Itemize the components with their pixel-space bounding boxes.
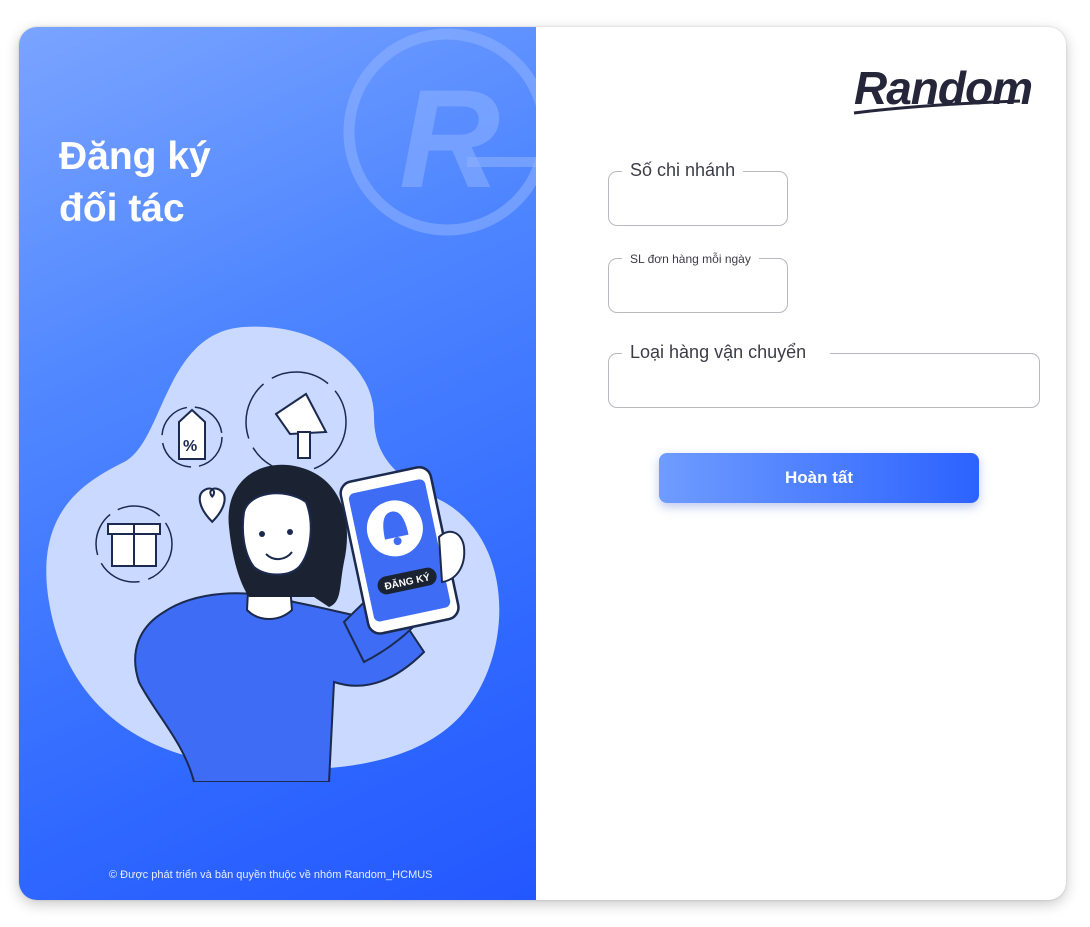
- registered-watermark-icon: R: [343, 28, 536, 236]
- submit-button[interactable]: Hoàn tất: [659, 453, 979, 503]
- watermark-letter: R: [399, 60, 500, 217]
- branch-count-label: Số chi nhánh: [622, 160, 744, 181]
- branch-count-field[interactable]: Số chi nhánh: [608, 160, 788, 226]
- daily-orders-input[interactable]: [621, 277, 779, 301]
- title-line-1: Đăng ký: [59, 135, 211, 178]
- right-panel: Random Số chi nhánh SL đơn hàng mỗi ngày…: [536, 27, 1066, 900]
- logo-swash-icon: [853, 99, 1021, 115]
- page-title: Đăng ký đối tác: [59, 131, 211, 235]
- branch-count-input[interactable]: [621, 190, 779, 214]
- signup-card: R Đăng ký đối tác % ĐĂNG KÝ © Được phát …: [19, 27, 1066, 900]
- shipping-type-input[interactable]: [621, 372, 1031, 396]
- shipping-type-label: Loại hàng vận chuyển: [622, 342, 831, 363]
- title-line-2: đối tác: [59, 187, 185, 230]
- left-panel: R Đăng ký đối tác % ĐĂNG KÝ © Được phát …: [19, 27, 536, 900]
- daily-orders-field[interactable]: SL đơn hàng mỗi ngày: [608, 252, 788, 313]
- daily-orders-label: SL đơn hàng mỗi ngày: [622, 252, 759, 266]
- svg-text:%: %: [183, 438, 197, 455]
- shipping-type-field[interactable]: Loại hàng vận chuyển: [608, 342, 1040, 408]
- partner-illustration: % ĐĂNG KÝ: [46, 326, 500, 782]
- copyright-footer: © Được phát triển và bản quyền thuộc về …: [109, 869, 433, 881]
